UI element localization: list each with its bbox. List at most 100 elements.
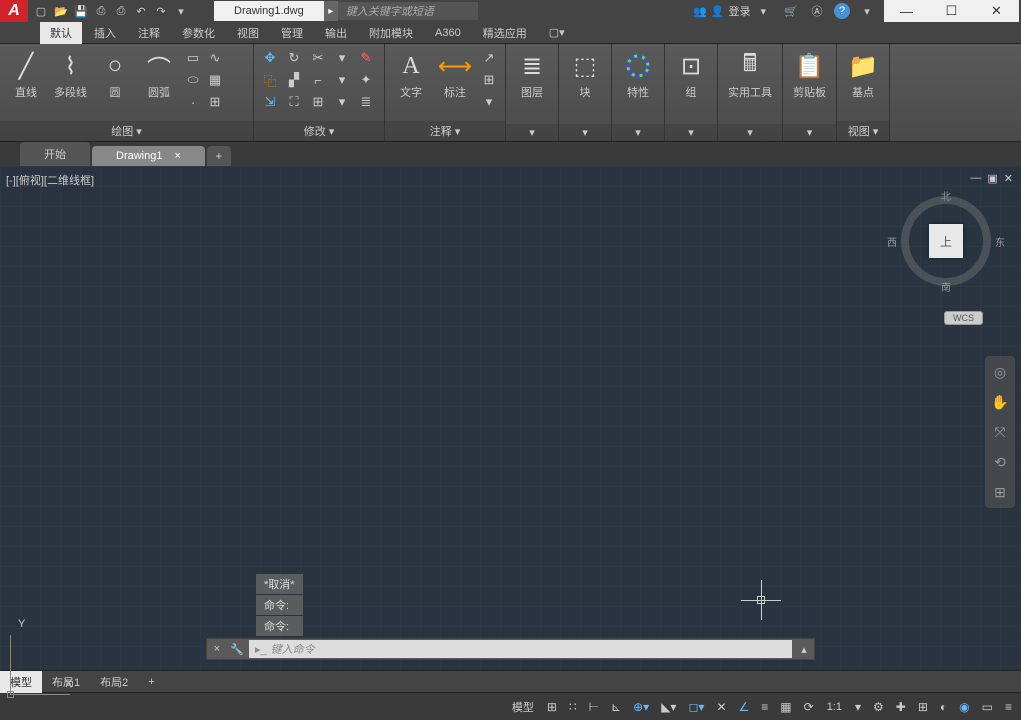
isodraft-icon[interactable]: ◣▾: [656, 697, 681, 717]
exchange-icon[interactable]: 🛒: [782, 2, 800, 20]
fillet-icon[interactable]: ⌐: [308, 70, 328, 90]
cmdline-customize-icon[interactable]: 🔧: [227, 639, 247, 659]
tab-drawing1[interactable]: Drawing1×: [92, 146, 205, 166]
ortho-icon[interactable]: ⊾: [606, 697, 626, 717]
stretch-icon[interactable]: ⇲: [260, 92, 280, 112]
help-icon[interactable]: ?: [834, 3, 850, 19]
ellipse-icon[interactable]: ⬭: [183, 70, 203, 90]
snap-icon[interactable]: ∷: [564, 697, 582, 717]
otrack-icon[interactable]: ∠: [734, 697, 755, 717]
scale-icon[interactable]: ⛶: [284, 92, 304, 112]
grid-icon[interactable]: ⊞: [542, 697, 562, 717]
gear-icon[interactable]: ⚙: [868, 697, 889, 717]
clipboard-button[interactable]: 📋剪贴板: [789, 48, 830, 102]
close-button[interactable]: ✕: [974, 0, 1019, 22]
help-dropdown-icon[interactable]: ▾: [858, 2, 876, 20]
tab-addins[interactable]: 附加模块: [359, 22, 423, 44]
text-button[interactable]: A文字: [391, 48, 431, 102]
table-icon[interactable]: ⊞: [479, 70, 499, 90]
line-button[interactable]: ╱直线: [6, 48, 46, 102]
copy-icon[interactable]: ⿻: [260, 70, 280, 90]
panel-block-expand[interactable]: ▾: [559, 124, 611, 141]
offset-icon[interactable]: ≣: [356, 92, 376, 112]
panel-group-expand[interactable]: ▾: [665, 124, 717, 141]
plot-icon[interactable]: ⎙: [112, 2, 130, 20]
hardware-accel-icon[interactable]: ◉: [954, 697, 974, 717]
tab-manage[interactable]: 管理: [271, 22, 313, 44]
leader-icon[interactable]: ↗: [479, 48, 499, 68]
viewcube-top[interactable]: 上: [929, 224, 963, 258]
viewport-minimize-icon[interactable]: —: [970, 172, 981, 185]
hatch-icon[interactable]: ▦: [205, 70, 225, 90]
signin-button[interactable]: 👥👤登录▾: [685, 1, 774, 21]
orbit-icon[interactable]: ⟲: [988, 450, 1012, 474]
polyline-button[interactable]: ⌇多段线: [50, 48, 91, 102]
status-scale[interactable]: 1:1: [821, 698, 848, 716]
customize-icon[interactable]: ≡: [1000, 697, 1017, 717]
mirror-icon[interactable]: ▞: [284, 70, 304, 90]
viewport-maximize-icon[interactable]: ▣: [987, 172, 997, 185]
pan-icon[interactable]: ✋: [988, 390, 1012, 414]
explode-icon[interactable]: ✦: [356, 70, 376, 90]
spline-icon[interactable]: ∿: [205, 48, 225, 68]
save-icon[interactable]: 💾: [72, 2, 90, 20]
panel-modify-title[interactable]: 修改 ▾: [254, 121, 384, 141]
tab-close-icon[interactable]: ×: [174, 150, 180, 162]
scale-dropdown-icon[interactable]: ▾: [850, 697, 866, 717]
tab-insert[interactable]: 插入: [84, 22, 126, 44]
baseview-button[interactable]: 📁基点: [843, 48, 883, 102]
panel-layers-expand[interactable]: ▾: [506, 124, 558, 141]
circle-button[interactable]: ○圆: [95, 48, 135, 102]
move-icon[interactable]: ✥: [260, 48, 280, 68]
viewport-close-icon[interactable]: ✕: [1004, 172, 1013, 185]
qat-dropdown-icon[interactable]: ▾: [172, 2, 190, 20]
anno-monitor-icon[interactable]: ✚: [891, 697, 911, 717]
tab-featured[interactable]: 精选应用: [473, 22, 537, 44]
panel-draw-title[interactable]: 绘图 ▾: [0, 121, 253, 141]
title-arrow-icon[interactable]: ▸: [324, 1, 338, 21]
tab-parametric[interactable]: 参数化: [172, 22, 225, 44]
block-button[interactable]: ⬚块: [565, 48, 605, 102]
viewcube[interactable]: 上 北 南 西 东: [901, 196, 991, 286]
trim-icon[interactable]: ✂: [308, 48, 328, 68]
infer-icon[interactable]: ⊢: [584, 697, 604, 717]
workspace-icon[interactable]: ⊞: [913, 697, 933, 717]
tab-a360[interactable]: A360: [425, 24, 471, 42]
undo-icon[interactable]: ↶: [132, 2, 150, 20]
layout-tab-layout2[interactable]: 布局2: [90, 671, 138, 693]
saveas-icon[interactable]: ⎙: [92, 2, 110, 20]
minimize-button[interactable]: —: [884, 0, 929, 22]
tab-view[interactable]: 视图: [227, 22, 269, 44]
panel-view-title[interactable]: 视图 ▾: [837, 121, 889, 141]
transparency-icon[interactable]: ▦: [775, 697, 796, 717]
osnap-icon[interactable]: ◻▾: [683, 697, 709, 717]
search-input[interactable]: 键入关键字或短语: [338, 2, 478, 20]
cycling-icon[interactable]: ⟳: [799, 697, 819, 717]
tab-extra-icon[interactable]: ▢▾: [539, 23, 575, 42]
open-icon[interactable]: 📂: [52, 2, 70, 20]
isolate-icon[interactable]: ◐: [935, 697, 952, 717]
erase-icon[interactable]: ✎: [356, 48, 376, 68]
point-icon[interactable]: ·: [183, 92, 203, 112]
rect-icon[interactable]: ▭: [183, 48, 203, 68]
3dosnap-icon[interactable]: ✕: [711, 697, 731, 717]
app-store-icon[interactable]: Ⓐ: [808, 2, 826, 20]
steering-wheel-icon[interactable]: ◎: [988, 360, 1012, 384]
cmdline-close-icon[interactable]: ×: [207, 639, 227, 659]
properties-button[interactable]: 特性: [618, 48, 658, 102]
app-logo[interactable]: A: [0, 0, 28, 22]
clean-screen-icon[interactable]: ▭: [977, 697, 998, 717]
lineweight-icon[interactable]: ≡: [756, 697, 773, 717]
tab-output[interactable]: 输出: [315, 22, 357, 44]
status-model-label[interactable]: 模型: [506, 696, 540, 718]
new-tab-button[interactable]: +: [207, 146, 231, 166]
rotate-icon[interactable]: ↻: [284, 48, 304, 68]
cmdline-recent-icon[interactable]: ▴: [794, 639, 814, 659]
redo-icon[interactable]: ↷: [152, 2, 170, 20]
dimension-button[interactable]: ⟷标注: [435, 48, 475, 102]
polar-icon[interactable]: ⊕▾: [628, 697, 654, 717]
command-input[interactable]: ▸_键入命令: [249, 640, 792, 658]
maximize-button[interactable]: ☐: [929, 0, 974, 22]
showmotion-icon[interactable]: ⊞: [988, 480, 1012, 504]
panel-clipboard-expand[interactable]: ▾: [783, 124, 836, 141]
